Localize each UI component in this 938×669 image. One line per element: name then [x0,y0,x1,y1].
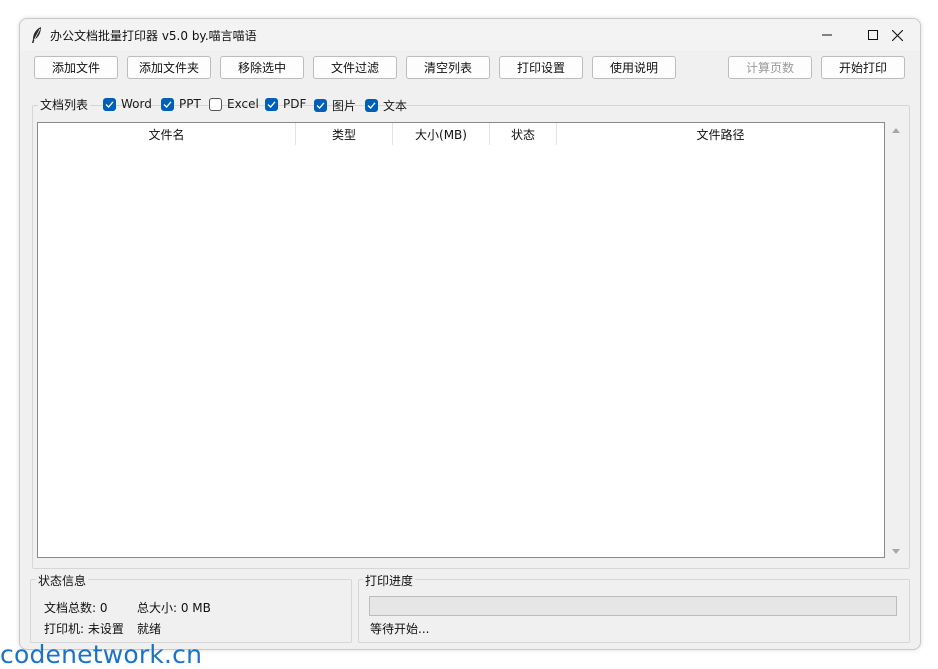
clear-list-button[interactable]: 清空列表 [406,56,490,79]
filter-label: Word [121,97,152,111]
checkmark-icon [105,100,114,108]
filter-label: Excel [227,97,259,111]
close-icon [891,29,903,41]
file-table[interactable]: 文件名 类型 大小(MB) 状态 文件路径 [37,122,885,558]
checkbox[interactable] [161,97,174,111]
filter-label: 图片 [332,99,357,113]
help-button[interactable]: 使用说明 [592,56,676,79]
checkmark-icon [367,102,376,109]
document-count: 文档总数: 0 [44,601,108,615]
title-bar[interactable]: 办公文档批量打印器 v5.0 by.喵言喵语 [20,19,920,51]
column-header-size[interactable]: 大小(MB) [393,123,490,145]
checkmark-icon [267,100,276,108]
count-pages-button[interactable]: 计算页数 [728,56,812,79]
scroll-down-arrow-icon[interactable] [890,545,902,557]
app-window: 办公文档批量打印器 v5.0 by.喵言喵语 添加文件 添加文件夹 移除选中 文… [19,18,921,650]
minimize-button[interactable] [804,19,850,51]
checkbox[interactable] [365,99,378,112]
add-folder-button[interactable]: 添加文件夹 [127,56,211,79]
status-info-label: 状态信息 [36,572,89,589]
print-progress-label: 打印进度 [363,572,416,589]
file-filter-button[interactable]: 文件过滤 [313,56,397,79]
minimize-icon [822,34,832,36]
filter-label: PPT [179,97,201,111]
ready-state: 就绪 [137,622,162,636]
filter-text[interactable]: 文本 [365,97,407,114]
remove-selected-button[interactable]: 移除选中 [220,56,304,79]
filter-image[interactable]: 图片 [314,97,356,114]
filter-ppt[interactable]: PPT [161,97,201,111]
filter-label: PDF [283,97,307,111]
document-list-label: 文档列表 [38,96,91,113]
checkbox[interactable] [314,99,327,112]
start-print-button[interactable]: 开始打印 [821,56,905,79]
scroll-up-arrow-icon[interactable] [890,125,902,137]
printer-status: 打印机: 未设置 [44,622,124,636]
filter-label: 文本 [383,99,408,113]
feather-icon [32,27,41,43]
progress-text: 等待开始... [370,622,430,636]
add-file-button[interactable]: 添加文件 [34,56,118,79]
checkbox[interactable] [265,97,278,111]
close-button[interactable] [874,19,920,51]
filter-pdf[interactable]: PDF [265,97,306,111]
checkbox[interactable] [103,97,116,111]
checkmark-icon [163,100,172,108]
table-header: 文件名 类型 大小(MB) 状态 文件路径 [38,123,884,145]
column-header-type[interactable]: 类型 [296,123,393,145]
checkmark-icon [316,102,325,109]
total-size: 总大小: 0 MB [137,601,211,615]
watermark-text: codenetwork.cn [0,640,203,669]
filter-excel[interactable]: Excel [209,97,259,111]
column-header-status[interactable]: 状态 [490,123,557,145]
column-header-filename[interactable]: 文件名 [38,123,296,145]
window-title: 办公文档批量打印器 v5.0 by.喵言喵语 [50,29,257,43]
print-settings-button[interactable]: 打印设置 [499,56,583,79]
checkbox[interactable] [209,97,222,111]
filter-word[interactable]: Word [103,97,152,111]
progress-bar [369,596,897,616]
column-header-path[interactable]: 文件路径 [557,123,884,145]
